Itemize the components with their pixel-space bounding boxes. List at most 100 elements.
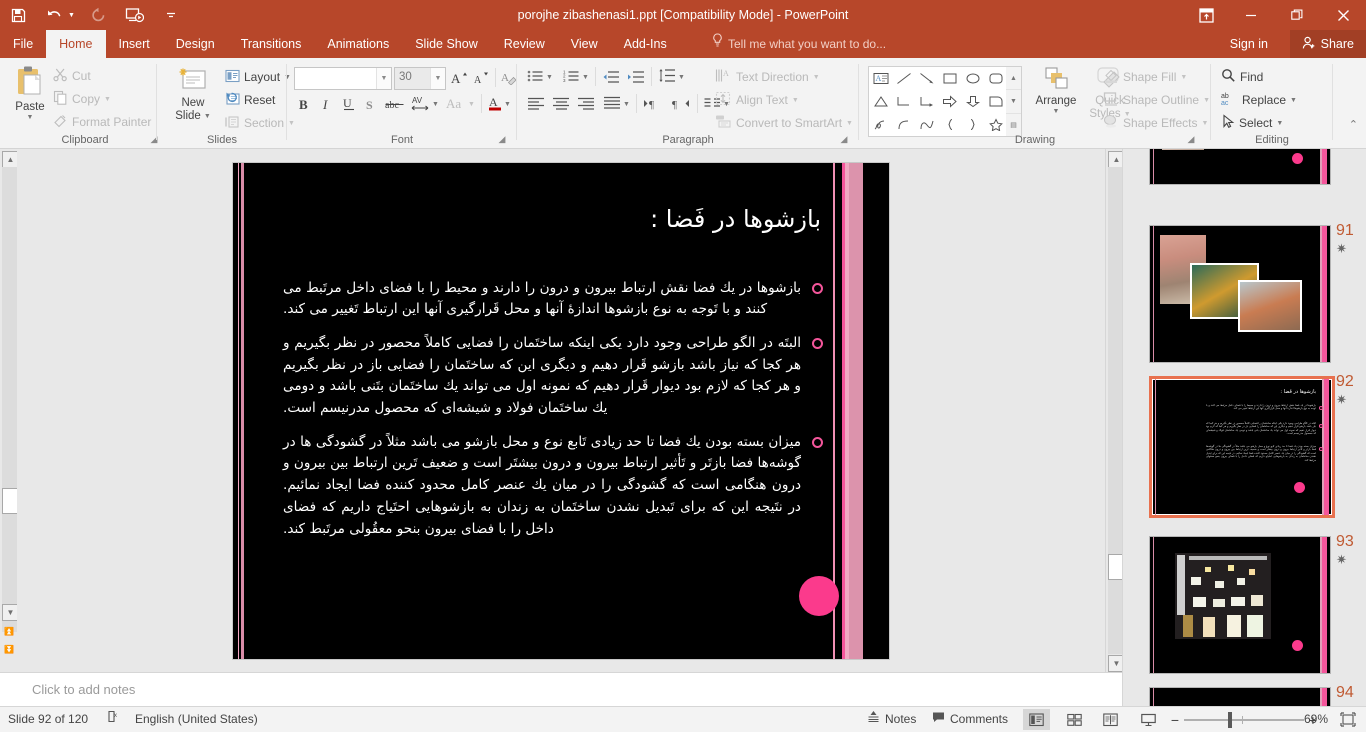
shapes-scroll-up-icon[interactable]: ▲ [1006, 67, 1021, 91]
tab-transitions[interactable]: Transitions [228, 30, 315, 58]
tab-file[interactable]: File [0, 30, 46, 58]
line-spacing-dropdown-icon[interactable]: ▼ [678, 74, 685, 81]
shape-elbow-connector[interactable] [892, 90, 915, 113]
font-size-dropdown-icon[interactable]: ▼ [430, 68, 445, 89]
current-slide[interactable]: بازشوها در فَضا : بازشوها در يك فضا نقش … [233, 162, 889, 659]
shapes-gallery-scroll[interactable]: ▲ ▼ ▤ [1006, 66, 1022, 137]
undo-icon[interactable] [36, 0, 72, 30]
shape-right-arrow[interactable] [938, 90, 961, 113]
list-item[interactable] [1149, 225, 1331, 363]
select-dropdown-icon[interactable]: ▼ [1276, 120, 1283, 127]
list-item[interactable] [1149, 536, 1331, 674]
undo-dropdown-icon[interactable]: ▼ [68, 0, 81, 30]
rtl-text-direction-icon[interactable]: ¶ [667, 93, 693, 114]
tab-animations[interactable]: Animations [314, 30, 402, 58]
underline-icon[interactable]: U [338, 93, 359, 114]
ribbon-display-options-icon[interactable] [1184, 0, 1228, 30]
shape-pentagon-tab[interactable] [984, 90, 1007, 113]
shape-right-brace[interactable] [961, 113, 984, 136]
bold-icon[interactable]: B [294, 93, 315, 114]
increase-indent-icon[interactable] [624, 66, 648, 87]
reset-command[interactable]: Reset [222, 89, 278, 111]
shape-triangle[interactable] [869, 90, 892, 113]
slide-thumbnail-panel[interactable]: 91 ✷ بازشوها در فَضا : بازشوها در يك فضا… [1122, 149, 1366, 706]
text-shadow-icon[interactable]: S [360, 93, 381, 114]
collapse-ribbon-icon[interactable]: ⌃ [1349, 118, 1358, 131]
save-icon[interactable] [0, 0, 36, 30]
font-color-dropdown-icon[interactable]: ▼ [504, 101, 511, 108]
shapes-gallery-more-icon[interactable]: ▤ [1006, 114, 1021, 136]
start-from-beginning-icon[interactable] [117, 0, 153, 30]
line-spacing-command[interactable]: ▼ [655, 66, 688, 88]
character-spacing-dropdown-icon[interactable]: ▼ [432, 101, 439, 108]
shape-line[interactable] [892, 67, 915, 90]
new-slide-button[interactable]: New Slide ▼ [166, 66, 220, 123]
font-dialog-launcher[interactable]: ◢ [496, 133, 508, 145]
animation-star-icon[interactable]: ✷ [1336, 392, 1347, 408]
select-command[interactable]: Select ▼ [1218, 112, 1286, 134]
shape-down-arrow[interactable] [961, 90, 984, 113]
shape-oval[interactable] [961, 67, 984, 90]
slide-scroll-track[interactable] [1108, 167, 1123, 654]
slide-title[interactable]: بازشوها در فَضا : [301, 205, 821, 233]
notes-placeholder[interactable]: Click to add notes [32, 682, 135, 697]
previous-slide-button[interactable]: ⏫ [4, 623, 14, 637]
language-status[interactable]: English (United States) [130, 707, 263, 732]
drawing-dialog-launcher[interactable]: ◢ [1185, 133, 1197, 145]
minimize-icon[interactable] [1228, 0, 1274, 30]
align-center-icon[interactable] [549, 93, 573, 114]
italic-icon[interactable]: I [316, 93, 337, 114]
shape-arrow[interactable] [915, 67, 938, 90]
shape-rectangle[interactable] [938, 67, 961, 90]
character-spacing-command[interactable]: AV ▼ [408, 93, 442, 115]
paste-button[interactable]: Paste ▼ [6, 64, 54, 121]
paragraph-dialog-launcher[interactable]: ◢ [838, 133, 850, 145]
spell-check-status[interactable]: x [102, 707, 126, 732]
list-item[interactable]: بازشوها در فَضا : بازشوها در يك فضا نقش … [1149, 376, 1335, 518]
notes-pane[interactable]: Click to add notes [0, 672, 1122, 707]
tab-add-ins[interactable]: Add-Ins [611, 30, 680, 58]
arrange-button[interactable]: Arrange ▼ [1028, 66, 1084, 115]
restore-icon[interactable] [1274, 0, 1320, 30]
comments-toggle-button[interactable]: Comments [925, 707, 1015, 732]
shape-arc[interactable] [892, 113, 915, 136]
tab-home[interactable]: Home [46, 30, 106, 58]
slide-sorter-icon[interactable] [1061, 709, 1088, 730]
normal-view-icon[interactable] [1023, 709, 1050, 730]
next-slide-button[interactable]: ⏬ [4, 641, 14, 655]
close-icon[interactable] [1320, 0, 1366, 30]
numbering-dropdown-icon[interactable]: ▼ [582, 74, 589, 81]
align-left-icon[interactable] [524, 93, 548, 114]
shape-rounded-rectangle[interactable] [984, 67, 1007, 90]
zoom-out-button[interactable]: − [1166, 712, 1184, 728]
new-slide-dropdown-icon[interactable]: ▼ [204, 113, 211, 120]
tab-insert[interactable]: Insert [106, 30, 163, 58]
justify-command[interactable]: ▼ [600, 93, 633, 115]
tab-review[interactable]: Review [491, 30, 558, 58]
zoom-handle[interactable] [1228, 711, 1232, 728]
justify-dropdown-icon[interactable]: ▼ [623, 101, 630, 108]
slide-indicator[interactable]: Slide 92 of 120 [8, 707, 88, 732]
slide-vertical-scrollbar[interactable]: ▲ ▼ [1105, 149, 1125, 672]
ltr-text-direction-icon[interactable]: ¶ [640, 93, 666, 114]
slide-bullet-1[interactable]: بازشوها در يك فضا نقش ارتباط بيرون و درو… [283, 278, 825, 321]
shape-elbow-arrow-connector[interactable] [915, 90, 938, 113]
shapes-gallery[interactable]: A [868, 66, 1008, 137]
bullets-dropdown-icon[interactable]: ▼ [546, 74, 553, 81]
shape-star[interactable] [984, 113, 1007, 136]
tab-view[interactable]: View [558, 30, 611, 58]
replace-dropdown-icon[interactable]: ▼ [1290, 97, 1297, 104]
arrange-dropdown-icon[interactable]: ▼ [1053, 108, 1060, 115]
paste-dropdown-icon[interactable]: ▼ [27, 114, 34, 121]
decrease-font-size-icon[interactable]: A [471, 67, 493, 88]
slide-bullet-2[interactable]: البتَه در الگو طراحى وجود دارد يكى اينكه… [283, 333, 825, 420]
animation-star-icon[interactable]: ✷ [1336, 552, 1347, 568]
tell-me-search[interactable]: Tell me what you want to do... [712, 30, 886, 58]
font-color-command[interactable]: A ▼ [485, 93, 514, 115]
list-item[interactable] [1149, 687, 1331, 706]
fit-slide-to-window-icon[interactable] [1338, 710, 1358, 729]
find-command[interactable]: Find [1218, 66, 1266, 88]
shape-textbox[interactable]: A [869, 67, 892, 90]
strikethrough-icon[interactable]: abc [382, 93, 407, 114]
tab-design[interactable]: Design [163, 30, 228, 58]
